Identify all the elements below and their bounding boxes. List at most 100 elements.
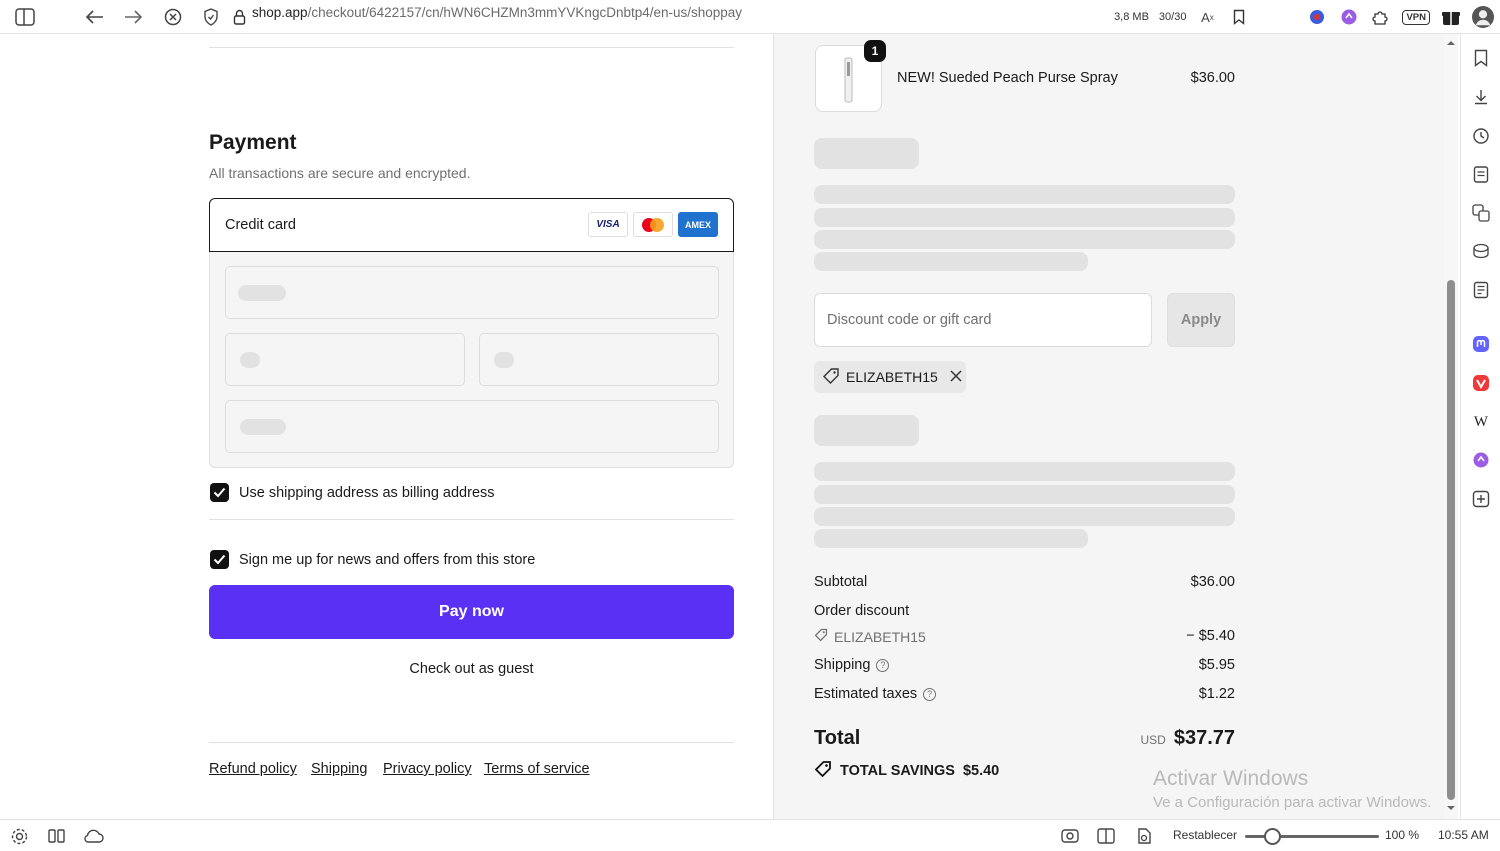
cloud-sync-icon[interactable]: [82, 828, 104, 847]
refund-policy-link[interactable]: Refund policy: [209, 761, 297, 777]
browser-side-panel: W: [1460, 34, 1500, 819]
card-fields-panel: [209, 252, 734, 468]
skeleton-line: [814, 485, 1235, 504]
privacy-policy-link[interactable]: Privacy policy: [383, 761, 472, 777]
total-label: Total: [814, 727, 861, 749]
tab-counter[interactable]: 30/30: [1159, 11, 1187, 23]
shipping-row: Shipping?: [814, 657, 890, 673]
order-discount-value: − $5.40: [1186, 628, 1235, 644]
taxes-label: Estimated taxes: [814, 686, 918, 702]
skeleton-block: [814, 138, 919, 169]
zoom-level: 100 %: [1385, 828, 1420, 842]
applied-discount-tag: ELIZABETH15: [814, 361, 966, 393]
applied-discount-code: ELIZABETH15: [846, 369, 938, 385]
shipping-value: $5.95: [1198, 657, 1235, 673]
history-icon[interactable]: [1471, 126, 1491, 146]
windows-watermark-title: Activar Windows: [1153, 767, 1309, 790]
page-actions-icon[interactable]: [1135, 827, 1153, 848]
extension-globe-icon[interactable]: [1306, 6, 1328, 28]
tiling-icon[interactable]: [1097, 828, 1115, 847]
remove-discount-icon[interactable]: [950, 369, 962, 385]
payment-subtitle: All transactions are secure and encrypte…: [209, 165, 471, 181]
address-bar[interactable]: shop.app/checkout/6422157/cn/hWN6CHZMn3m…: [252, 5, 742, 20]
expiry-field[interactable]: [225, 333, 465, 386]
clock: 10:55 AM: [1438, 828, 1489, 842]
help-icon[interactable]: ?: [876, 658, 890, 672]
panel-toggle-icon[interactable]: [48, 828, 66, 847]
visa-icon: VISA: [588, 212, 628, 237]
tag-icon: [814, 628, 828, 645]
mastodon-icon[interactable]: [1471, 334, 1491, 354]
guest-checkout-link[interactable]: Check out as guest: [209, 661, 734, 677]
forward-icon[interactable]: [122, 6, 144, 28]
notes-icon[interactable]: [1471, 164, 1491, 184]
skeleton-line: [814, 252, 1088, 271]
back-icon[interactable]: [84, 6, 106, 28]
order-discount-code: ELIZABETH15: [834, 628, 926, 645]
shield-icon[interactable]: [200, 6, 222, 28]
billing-checkbox[interactable]: [210, 483, 229, 502]
help-icon[interactable]: ?: [923, 687, 937, 701]
reading-list-icon[interactable]: [1471, 280, 1491, 300]
translate-icon[interactable]: [1471, 203, 1491, 223]
gift-icon[interactable]: [1440, 6, 1462, 28]
scrollbar-thumb[interactable]: [1447, 280, 1455, 800]
newsletter-checkbox-label[interactable]: Sign me up for news and offers from this…: [239, 552, 535, 568]
pay-now-button[interactable]: Pay now: [209, 585, 734, 639]
checkout-main: Payment All transactions are secure and …: [0, 34, 774, 819]
total-currency: USD: [1140, 733, 1166, 747]
sidebar-toggle-icon[interactable]: [14, 6, 36, 28]
window-icon[interactable]: [1471, 241, 1491, 261]
subtotal-label: Subtotal: [814, 574, 868, 590]
scroll-down-icon[interactable]: [1444, 803, 1458, 813]
skeleton-line: [814, 208, 1235, 227]
zoom-reset-button[interactable]: Restablecer: [1173, 828, 1237, 842]
divider: [209, 519, 734, 520]
shipping-policy-link[interactable]: Shipping: [311, 761, 367, 777]
skeleton-line: [814, 462, 1235, 481]
credit-card-option[interactable]: Credit card VISA AMEX: [209, 198, 734, 252]
credit-card-label: Credit card: [225, 217, 296, 233]
extensions-puzzle-icon[interactable]: [1370, 6, 1392, 28]
shipping-label: Shipping: [814, 657, 871, 673]
bookmark-icon[interactable]: [1228, 6, 1250, 28]
memory-indicator[interactable]: 3,8 MB: [1114, 11, 1149, 23]
taxes-value: $1.22: [1198, 686, 1235, 702]
stop-icon[interactable]: [162, 6, 184, 28]
savings-value: $5.40: [962, 763, 1000, 779]
skeleton-placeholder: [494, 352, 514, 368]
extension-purple-icon[interactable]: [1338, 6, 1360, 28]
add-panel-icon[interactable]: [1471, 489, 1491, 509]
wikipedia-icon[interactable]: W: [1471, 412, 1491, 432]
apply-discount-button[interactable]: Apply: [1167, 293, 1235, 347]
newsletter-checkbox[interactable]: [210, 550, 229, 569]
total-savings: TOTAL SAVINGS $5.40: [814, 760, 999, 782]
payment-heading: Payment: [209, 131, 297, 154]
divider: [209, 47, 734, 48]
downloads-icon[interactable]: [1471, 87, 1491, 107]
product-price: $36.00: [1190, 70, 1235, 86]
card-number-field[interactable]: [225, 266, 719, 319]
name-on-card-field[interactable]: [225, 400, 719, 453]
bookmarks-panel-icon[interactable]: [1471, 48, 1491, 68]
terms-of-service-link[interactable]: Terms of service: [484, 761, 590, 777]
billing-checkbox-label[interactable]: Use shipping address as billing address: [239, 485, 495, 501]
discount-code-input[interactable]: Discount code or gift card: [814, 293, 1152, 347]
vivaldi-icon[interactable]: [1471, 373, 1491, 393]
amex-icon: AMEX: [678, 212, 718, 237]
url-path: /checkout/6422157/cn/hWN6CHZMn3mmYVKngcD…: [307, 5, 743, 20]
settings-gear-icon[interactable]: [10, 827, 29, 849]
order-summary: 1 NEW! Sueded Peach Purse Spray $36.00 D…: [774, 34, 1444, 819]
product-name: NEW! Sueded Peach Purse Spray: [897, 70, 1118, 86]
extension-purple-panel-icon[interactable]: [1471, 450, 1491, 470]
profile-avatar-icon[interactable]: [1472, 6, 1494, 28]
skeleton-line: [814, 507, 1235, 526]
screenshot-icon[interactable]: [1061, 828, 1079, 847]
scroll-up-icon[interactable]: [1444, 38, 1458, 48]
zoom-slider-handle[interactable]: [1264, 828, 1281, 845]
skeleton-placeholder: [240, 419, 286, 435]
reader-mode-icon[interactable]: Ax: [1196, 6, 1218, 28]
status-bar: Restablecer 100 % 10:55 AM: [0, 819, 1500, 851]
security-code-field[interactable]: [479, 333, 719, 386]
vpn-button[interactable]: VPN: [1402, 9, 1430, 25]
